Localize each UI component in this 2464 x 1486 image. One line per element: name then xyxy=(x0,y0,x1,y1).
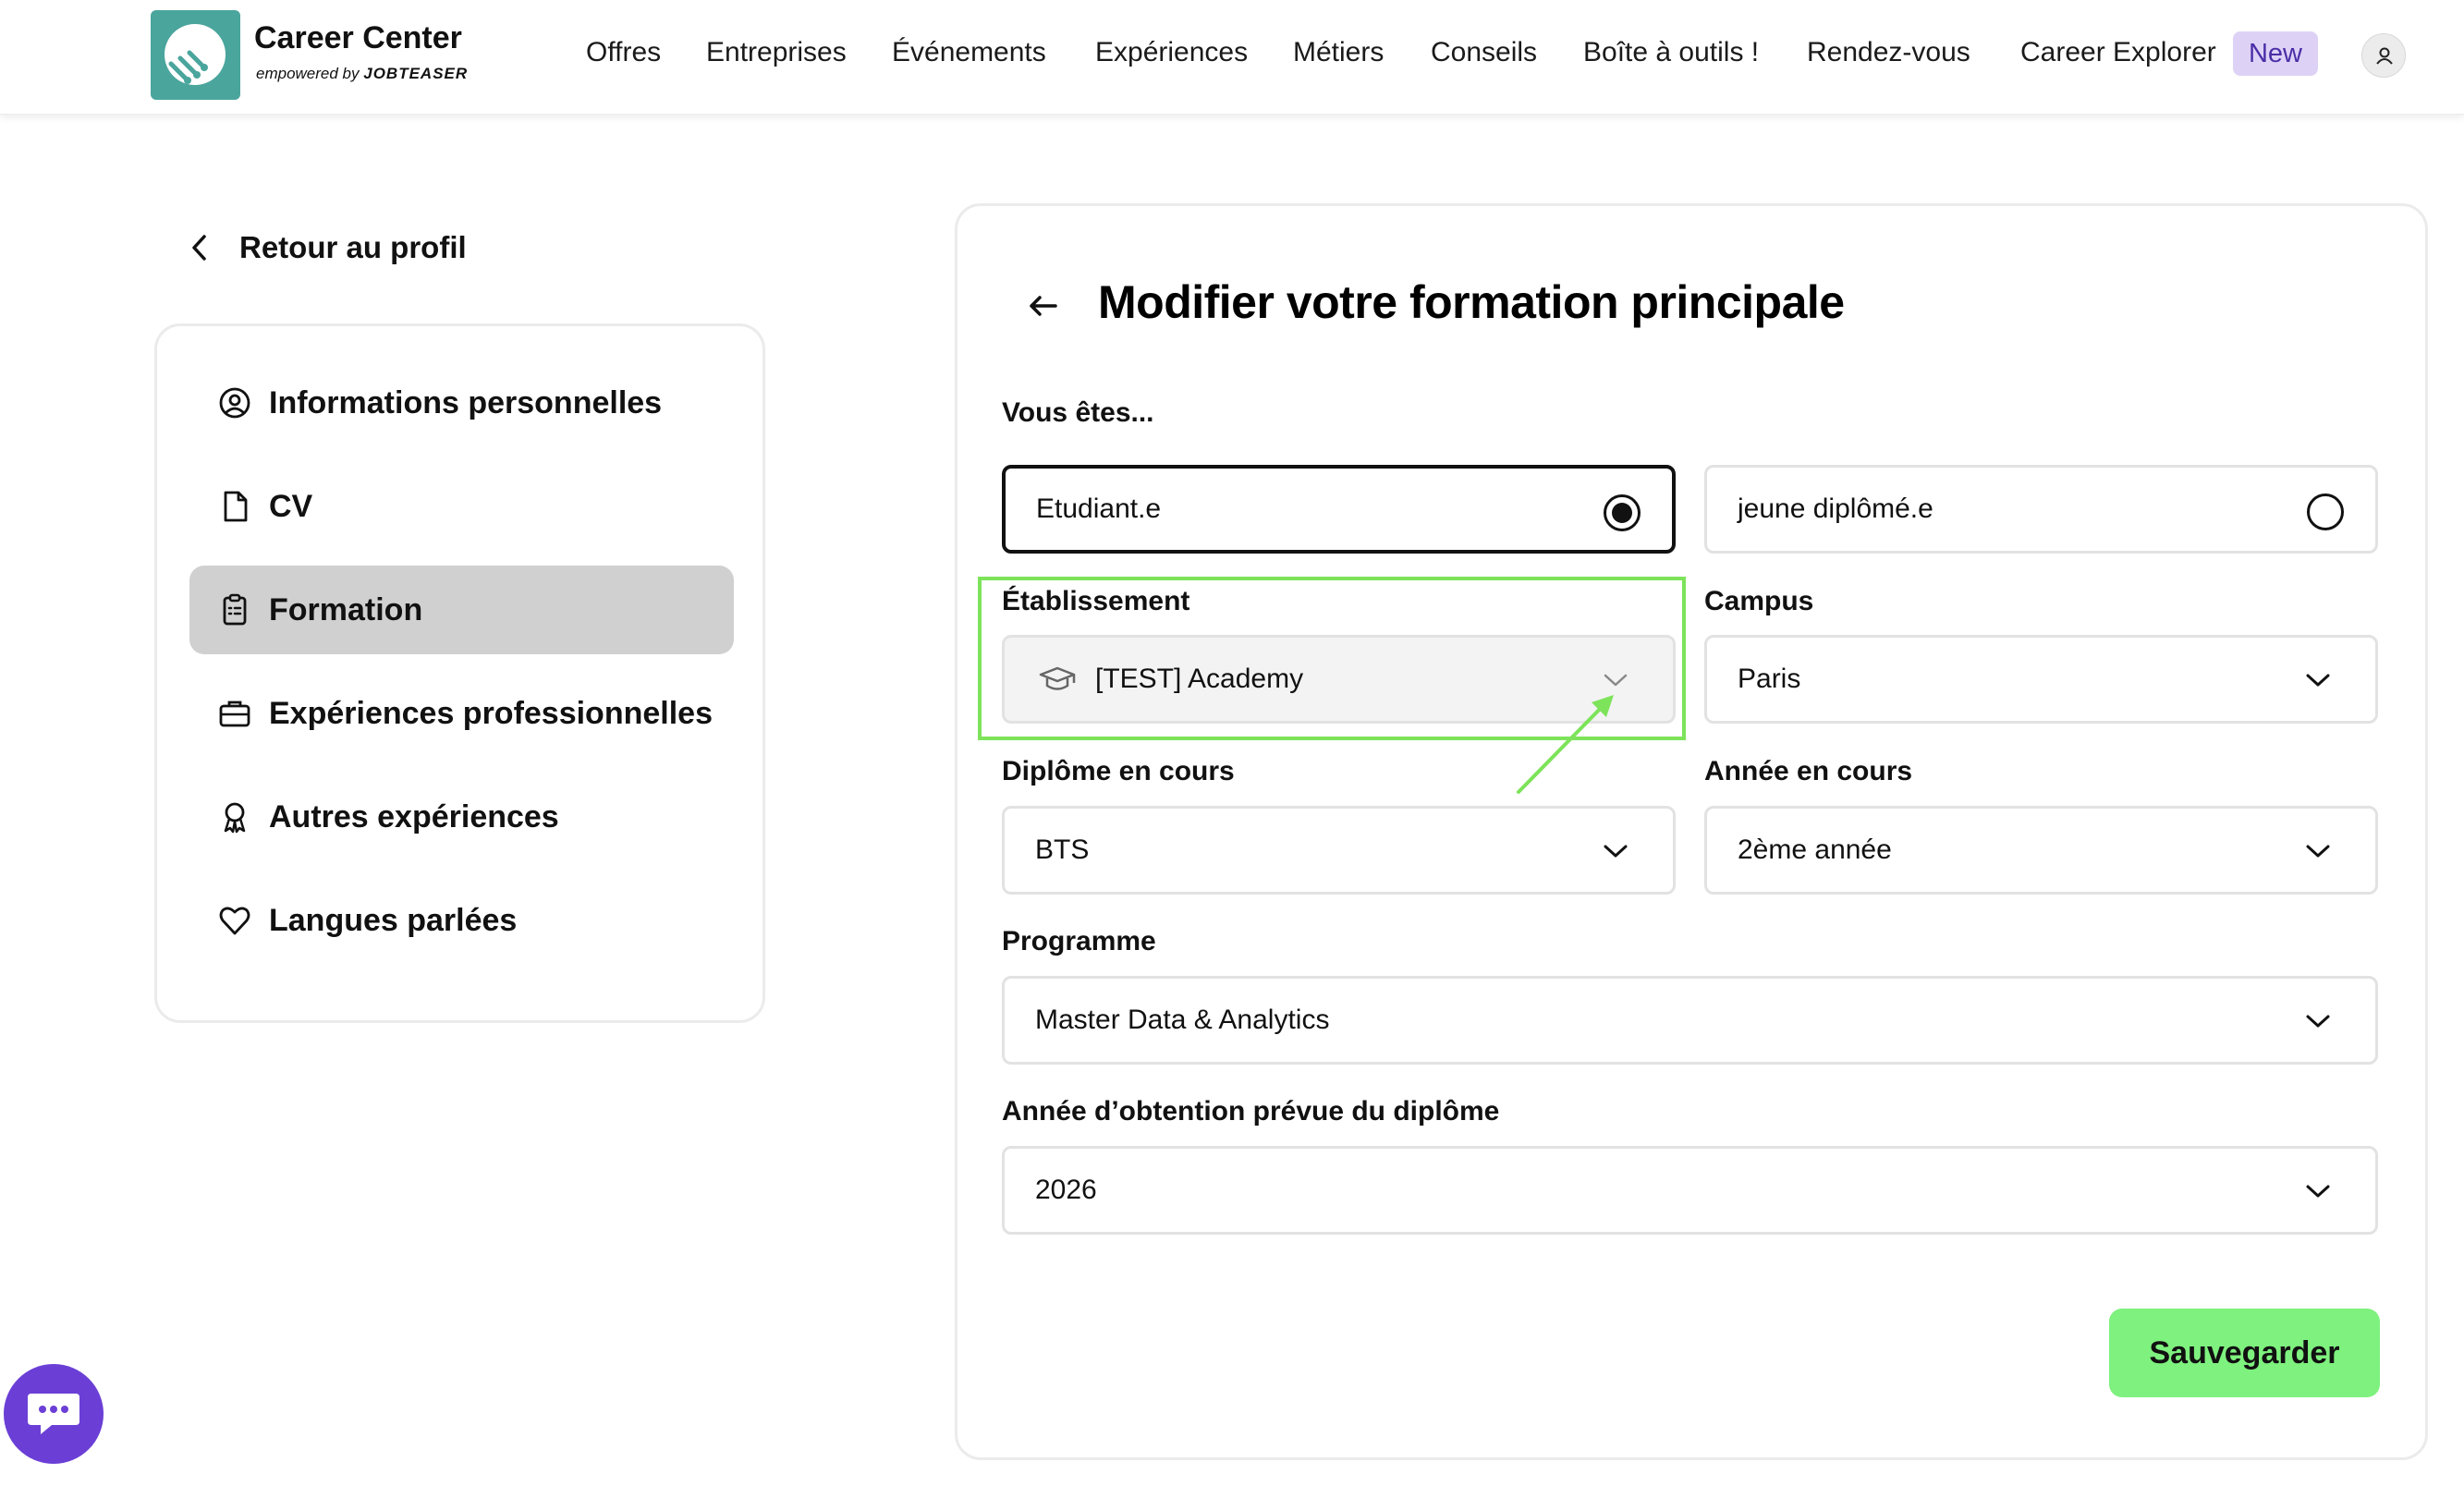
user-avatar-button[interactable] xyxy=(2361,33,2406,78)
sidebar-item-label: Autres expériences xyxy=(269,798,559,834)
sidebar-item-label: CV xyxy=(269,488,313,524)
chat-button[interactable] xyxy=(4,1364,104,1464)
status-option-label: Etudiant.e xyxy=(1036,493,1162,524)
status-label: Vous êtes... xyxy=(1002,397,1154,428)
chevron-left-icon xyxy=(192,235,206,261)
diplome-select[interactable]: BTS xyxy=(1002,806,1676,895)
radio-checked-icon xyxy=(1604,494,1641,531)
arrow-left-icon xyxy=(1030,296,1057,316)
programme-select[interactable]: Master Data & Analytics xyxy=(1002,976,2378,1065)
user-icon xyxy=(2376,47,2393,65)
brand-subtitle-prefix: empowered by xyxy=(256,65,360,82)
diplome-value: BTS xyxy=(1035,834,1090,865)
programme-label: Programme xyxy=(1002,926,1156,956)
nav-offres[interactable]: Offres xyxy=(586,37,661,68)
chevron-down-icon xyxy=(2306,845,2330,858)
form-back-button[interactable] xyxy=(1024,287,1061,329)
campus-value: Paris xyxy=(1738,664,1801,694)
annee-label: Année en cours xyxy=(1704,756,1913,786)
nav-entreprises[interactable]: Entreprises xyxy=(706,37,847,68)
sidebar-item-formation[interactable]: Formation xyxy=(189,566,734,654)
sidebar-item-label: Formation xyxy=(269,591,423,627)
etablissement-value: [TEST] Academy xyxy=(1095,664,1304,694)
sidebar-item-label: Langues parlées xyxy=(269,902,518,938)
document-icon xyxy=(224,491,248,522)
nav-metiers[interactable]: Métiers xyxy=(1293,37,1384,68)
brand-subtitle-brand: JOBTEASER xyxy=(363,65,469,82)
chevron-down-icon xyxy=(1604,845,1628,858)
obtention-label: Année d’obtention prévue du diplôme xyxy=(1002,1096,1500,1127)
nav-experiences[interactable]: Expériences xyxy=(1095,37,1248,68)
annee-select[interactable]: 2ème année xyxy=(1704,806,2378,895)
campus-select[interactable]: Paris xyxy=(1704,635,2378,724)
sidebar-item-langues-parlees[interactable]: Langues parlées xyxy=(189,876,734,965)
new-badge: New xyxy=(2233,31,2318,76)
logo-icon xyxy=(165,24,226,85)
brand-subtitle: empowered by JOBTEASER xyxy=(256,65,468,83)
chevron-down-icon xyxy=(1604,674,1628,687)
briefcase-icon xyxy=(219,700,250,727)
status-option-etudiant[interactable]: Etudiant.e xyxy=(1002,465,1676,554)
radio-unchecked-icon xyxy=(2307,493,2344,530)
sidebar-item-experiences-professionnelles[interactable]: Expériences professionnelles xyxy=(189,669,734,758)
campus-label: Campus xyxy=(1704,586,1814,616)
brand-title: Career Center xyxy=(254,20,462,55)
etablissement-select[interactable]: [TEST] Academy xyxy=(1002,635,1676,724)
nav-rendez-vous[interactable]: Rendez-vous xyxy=(1807,37,1970,68)
nav-conseils[interactable]: Conseils xyxy=(1431,37,1537,68)
programme-value: Master Data & Analytics xyxy=(1035,1005,1330,1035)
profile-sections-menu: Informations personnelles CV Formation E… xyxy=(154,323,765,1023)
chevron-down-icon xyxy=(2306,674,2330,687)
sidebar-item-informations-personnelles[interactable]: Informations personnelles xyxy=(189,359,734,447)
sidebar-item-label: Informations personnelles xyxy=(269,384,663,420)
annee-value: 2ème année xyxy=(1738,834,1892,865)
chevron-down-icon xyxy=(2306,1015,2330,1028)
status-option-label: jeune diplômé.e xyxy=(1738,493,1933,524)
sidebar-item-label: Expériences professionnelles xyxy=(269,695,713,731)
diplome-label: Diplôme en cours xyxy=(1002,756,1235,786)
chat-bubble-icon xyxy=(28,1394,79,1434)
top-navigation-bar: Career Center empowered by JOBTEASER Off… xyxy=(0,0,2464,115)
status-option-jeune-diplome[interactable]: jeune diplômé.e xyxy=(1704,465,2378,554)
user-circle-icon xyxy=(219,387,250,419)
back-to-profile-link[interactable]: Retour au profil xyxy=(189,227,467,268)
etablissement-label: Établissement xyxy=(1002,586,1190,616)
nav-boite-a-outils[interactable]: Boîte à outils ! xyxy=(1583,37,1759,68)
back-to-profile-label: Retour au profil xyxy=(239,230,467,264)
chevron-down-icon xyxy=(2306,1185,2330,1198)
page-title: Modifier votre formation principale xyxy=(1098,276,1845,328)
save-button[interactable]: Sauvegarder xyxy=(2109,1309,2380,1397)
graduation-cap-icon xyxy=(1039,666,1076,690)
heart-icon xyxy=(219,907,250,935)
sidebar-item-autres-experiences[interactable]: Autres expériences xyxy=(189,773,734,861)
award-icon xyxy=(224,802,246,834)
obtention-select[interactable]: 2026 xyxy=(1002,1146,2378,1235)
career-center-logo[interactable] xyxy=(151,10,240,100)
nav-evenements[interactable]: Événements xyxy=(892,37,1046,68)
nav-career-explorer[interactable]: Career Explorer xyxy=(2020,37,2216,68)
obtention-value: 2026 xyxy=(1035,1175,1097,1205)
sidebar-item-cv[interactable]: CV xyxy=(189,462,734,551)
clipboard-icon xyxy=(223,593,247,626)
